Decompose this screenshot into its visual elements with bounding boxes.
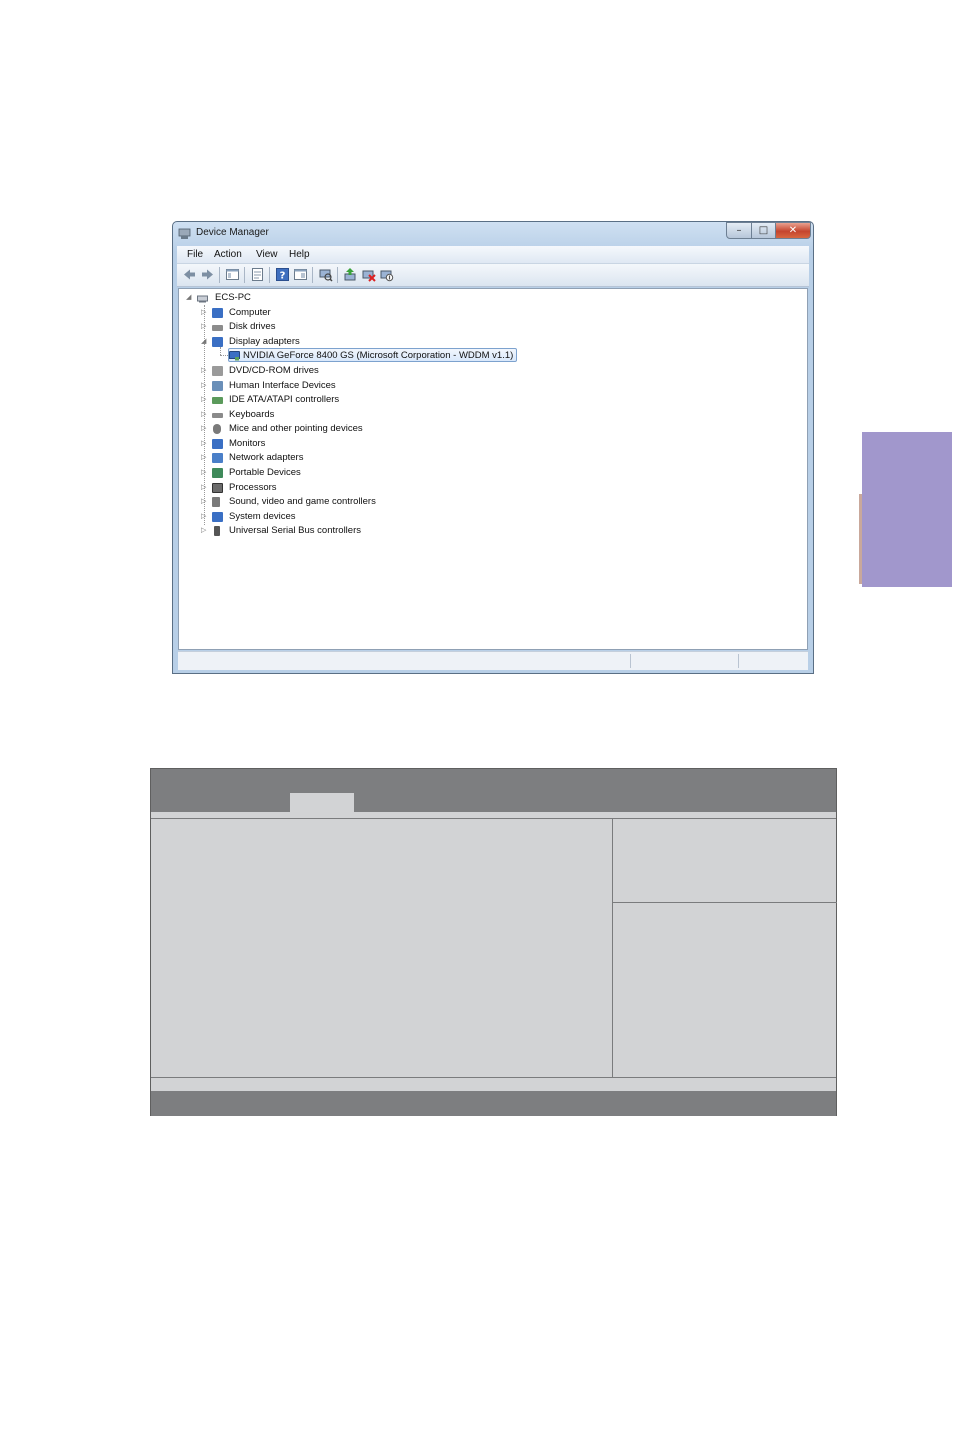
svg-text:?: ? (280, 271, 286, 282)
dvd-drive-icon (212, 366, 223, 376)
properties-icon[interactable] (250, 267, 265, 282)
disable-device-icon[interactable] (379, 267, 394, 282)
menu-bar: File Action View Help (177, 246, 809, 264)
title-bar[interactable]: Device Manager – □ ✕ (173, 222, 813, 246)
processor-icon (212, 483, 223, 493)
usb-icon (214, 526, 220, 536)
bios-setup-frame (150, 768, 837, 1116)
bios-panel-divider (612, 819, 613, 1077)
forward-arrow-icon[interactable] (200, 267, 215, 282)
bios-footer-bar (151, 1091, 836, 1116)
menu-file[interactable]: File (187, 249, 203, 260)
bios-help-divider (612, 902, 837, 903)
minimize-button[interactable]: – (726, 222, 752, 239)
hid-icon (212, 381, 223, 391)
portable-device-icon (212, 468, 223, 478)
monitor-icon (212, 439, 223, 449)
keyboard-icon (212, 413, 223, 418)
collapse-icon[interactable]: ◢ (186, 291, 191, 305)
tree-root-label: ECS-PC (215, 292, 251, 303)
back-arrow-icon[interactable] (182, 267, 197, 282)
display-adapter-icon (229, 351, 240, 361)
computer-icon (197, 295, 208, 303)
status-bar (178, 651, 808, 670)
maximize-button[interactable]: □ (751, 222, 776, 239)
device-manager-app-icon (178, 228, 191, 239)
ide-controller-icon (212, 397, 223, 404)
network-adapter-icon (212, 453, 223, 463)
update-driver-icon[interactable] (343, 267, 358, 282)
side-tab-stub (859, 494, 862, 584)
display-adapter-icon (212, 337, 223, 347)
computer-icon (212, 308, 223, 318)
menu-action[interactable]: Action (214, 249, 242, 260)
help-icon[interactable]: ? (275, 267, 290, 282)
sound-icon (212, 497, 220, 507)
mouse-icon (213, 424, 221, 434)
close-button[interactable]: ✕ (775, 222, 811, 239)
scan-hardware-icon[interactable] (318, 267, 333, 282)
window-title: Device Manager (196, 227, 269, 238)
system-device-icon (212, 512, 223, 522)
menu-help[interactable]: Help (289, 249, 310, 260)
toolbar: ? (177, 264, 809, 287)
show-hide-console-tree-icon[interactable] (225, 267, 240, 282)
action-pane-icon[interactable] (293, 267, 308, 282)
uninstall-icon[interactable] (361, 267, 376, 282)
bios-active-tab[interactable] (290, 793, 354, 813)
device-tree: ◢ ECS-PC ▷ Computer ▷ Disk drives ◢ Disp… (178, 288, 808, 650)
page-side-tab (859, 432, 952, 587)
disk-drive-icon (212, 325, 223, 331)
bios-header-bar (151, 769, 836, 812)
device-manager-window: Device Manager – □ ✕ File Action View He… (172, 221, 814, 674)
bios-divider (151, 818, 836, 819)
menu-view[interactable]: View (256, 249, 278, 260)
bios-divider (151, 1077, 836, 1078)
